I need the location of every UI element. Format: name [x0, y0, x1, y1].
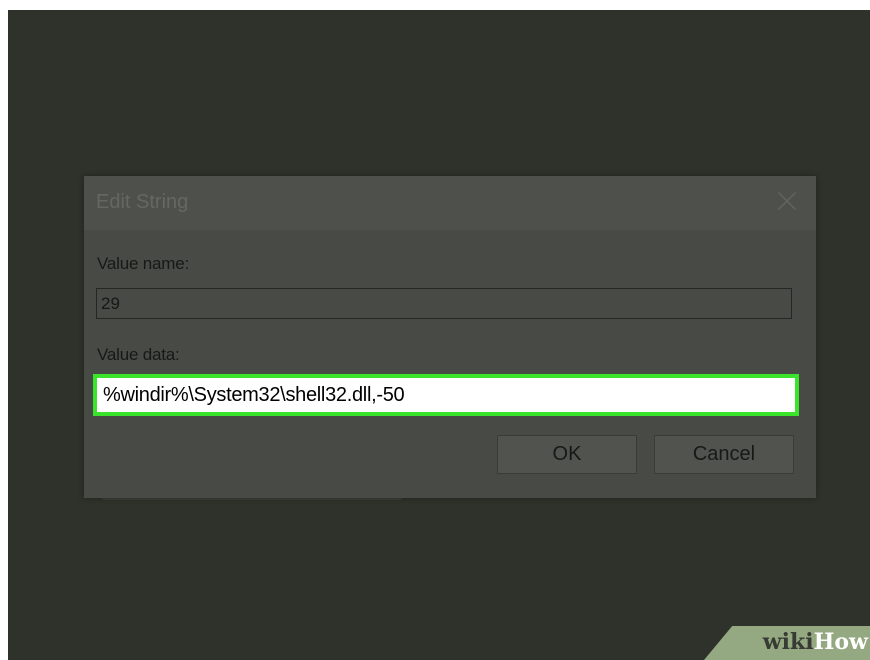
ok-button[interactable]: OK [497, 435, 637, 474]
close-icon[interactable] [776, 190, 798, 212]
value-data-field[interactable] [93, 374, 799, 416]
edit-string-dialog: Edit String Value name: 29 Value data: O… [84, 176, 816, 498]
value-name-value: 29 [101, 294, 120, 313]
wikihow-brand-first: wiki [762, 629, 814, 655]
screenshot-frame: Edit String Value name: 29 Value data: O… [8, 10, 870, 660]
dialog-title-bar: Edit String [84, 176, 816, 230]
value-data-input[interactable] [97, 378, 795, 412]
value-name-field: 29 [96, 288, 792, 319]
value-name-label: Value name: [97, 254, 189, 273]
wikihow-logo-text: wikiHow [763, 628, 868, 656]
wikihow-logo: wikiHow [704, 626, 870, 660]
cancel-button[interactable]: Cancel [654, 435, 794, 474]
dialog-title: Edit String [96, 191, 189, 213]
value-data-label: Value data: [97, 345, 180, 364]
wikihow-brand-second: How [813, 629, 868, 655]
